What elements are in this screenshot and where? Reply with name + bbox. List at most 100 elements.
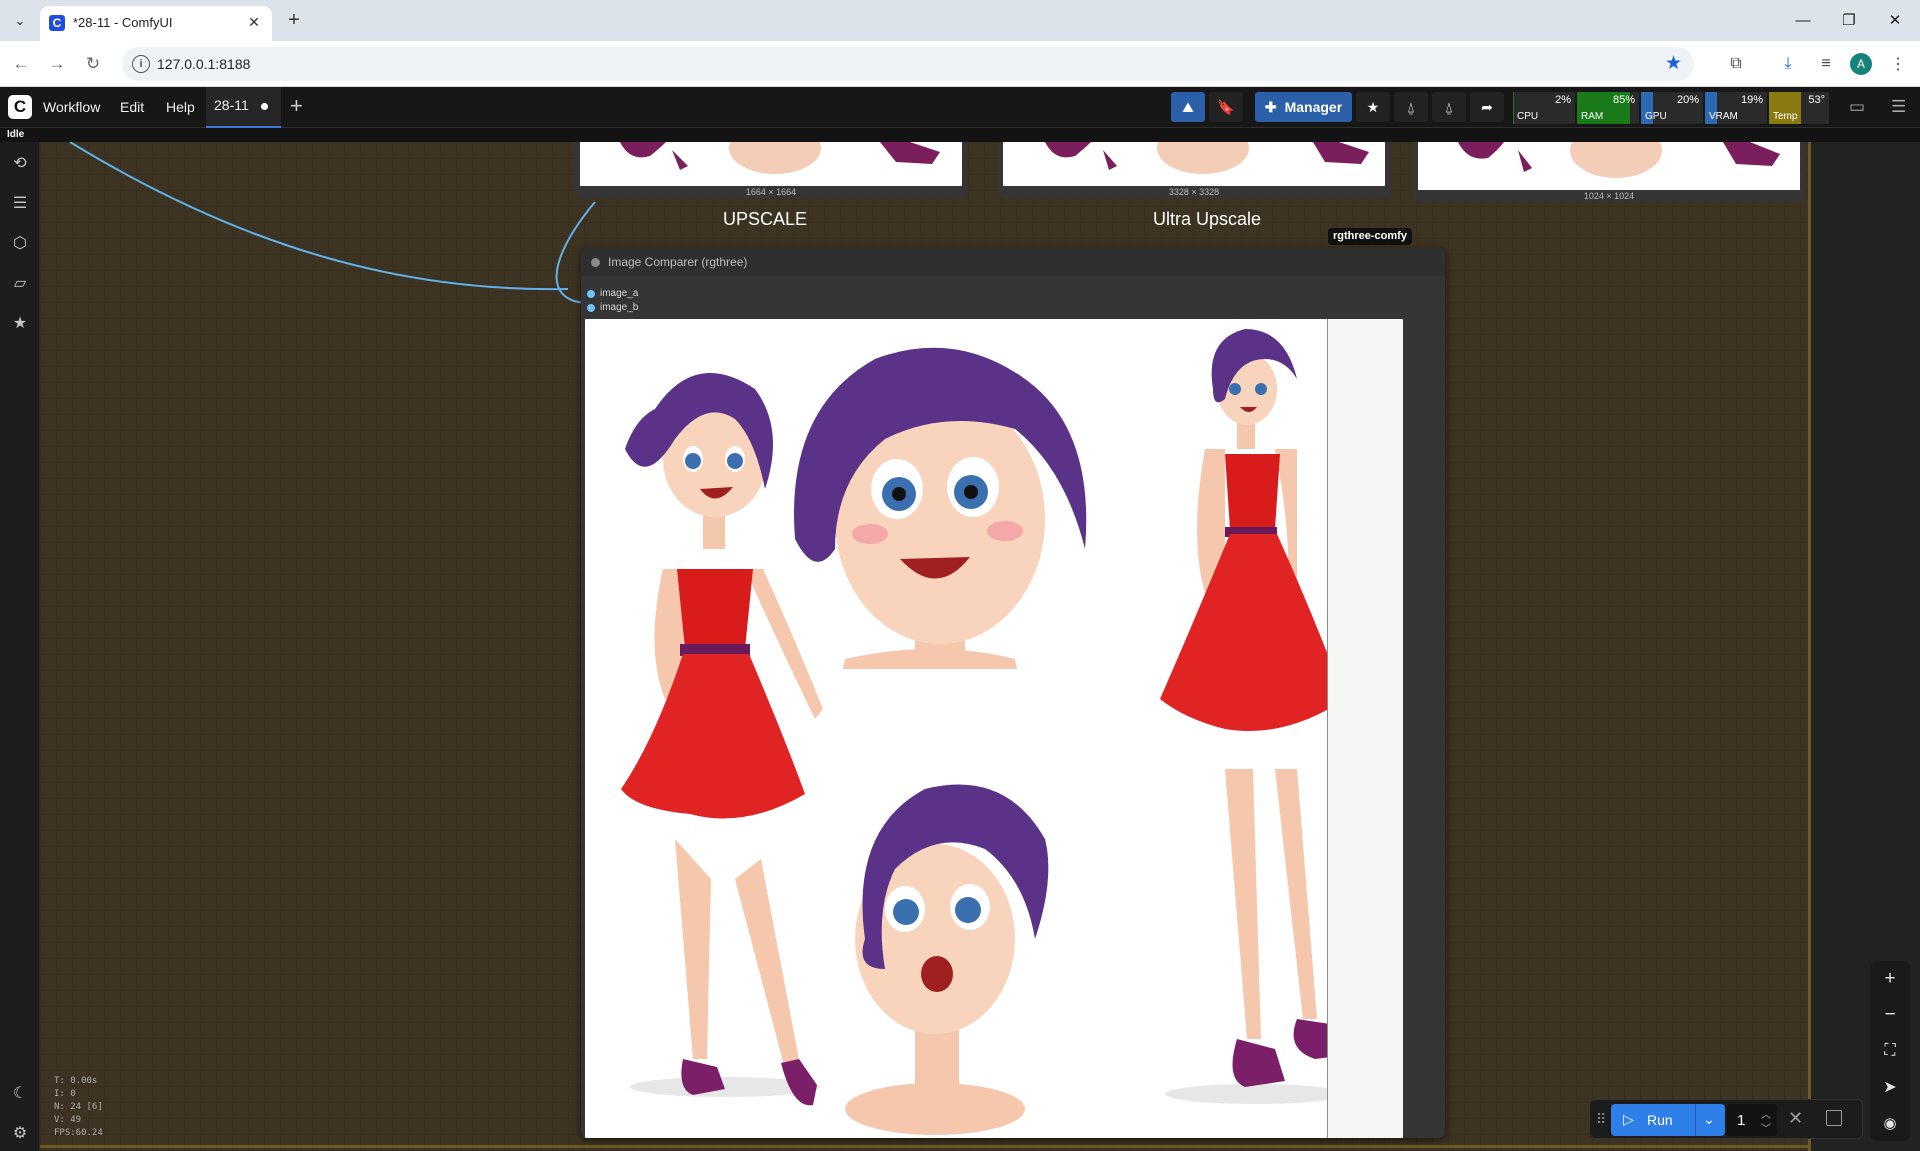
minimize-icon[interactable]: —	[1780, 5, 1826, 35]
upscale-preview-node[interactable]: 1664 × 1664	[575, 142, 967, 198]
media-controls-icon[interactable]: ≡	[1814, 52, 1838, 76]
add-workflow-icon[interactable]: +	[290, 93, 303, 119]
group-label-ultra-upscale[interactable]: Ultra Upscale	[1153, 209, 1261, 230]
reload-icon[interactable]: ↻	[80, 51, 106, 77]
drag-handle-icon[interactable]: ⠿	[1596, 1111, 1606, 1128]
run-toolbar: ⠿ ▷ Run ⌄ 1 ︿ ﹀ ✕	[1589, 1099, 1863, 1139]
stat-fps: FPS:60.24	[54, 1128, 103, 1138]
node-title: Image Comparer (rgthree)	[608, 255, 748, 269]
select-pointer-icon[interactable]: ➤	[1878, 1075, 1902, 1099]
increment-icon[interactable]: ︿	[1761, 1106, 1771, 1121]
vram-monitor: 19% VRAM	[1705, 92, 1767, 124]
wire-image-a	[69, 142, 569, 291]
workflows-folder-icon[interactable]: ▱	[9, 272, 31, 294]
browser-toolbar: ← → ↻ i 127.0.0.1:8188 ★ ⧉ ⤓ ≡ A ⋮	[0, 41, 1920, 87]
node-title-bar[interactable]: Image Comparer (rgthree)	[581, 248, 1445, 276]
browser-tab[interactable]: C *28-11 - ComfyUI ✕	[40, 6, 272, 41]
graph-canvas[interactable]: 1664 × 1664 3328 × 3328 1024 × 1024 UPSC…	[40, 142, 1920, 1151]
character-sheet-image	[621, 329, 1355, 1135]
decrement-icon[interactable]: ﹀	[1761, 1120, 1771, 1135]
back-icon[interactable]: ←	[8, 51, 34, 77]
vram-label: VRAM	[1709, 111, 1738, 122]
address-bar[interactable]: i 127.0.0.1:8188 ★	[122, 47, 1694, 81]
profile-avatar[interactable]: A	[1850, 53, 1872, 75]
menu-edit[interactable]: Edit	[120, 99, 144, 115]
fit-view-icon[interactable]: ⛶	[1878, 1039, 1902, 1063]
run-button[interactable]: ▷ Run ⌄	[1611, 1104, 1725, 1136]
restore-icon[interactable]: ❐	[1826, 5, 1872, 35]
manager-button[interactable]: ✚ Manager	[1255, 92, 1352, 122]
extensions-icon[interactable]: ⧉	[1724, 52, 1748, 76]
cancel-run-icon[interactable]: ✕	[1788, 1108, 1803, 1129]
image-comparer-node[interactable]: Image Comparer (rgthree) image_a image_b	[581, 248, 1445, 1138]
tab-search-dropdown-icon[interactable]: ⌄	[8, 9, 32, 33]
stat-i: I: 0	[54, 1089, 76, 1099]
browser-menu-icon[interactable]: ⋮	[1886, 52, 1910, 76]
cpu-monitor: 2% CPU	[1513, 92, 1575, 124]
bookmark-star-icon[interactable]: ★	[1665, 52, 1682, 75]
url-text[interactable]: 127.0.0.1:8188	[157, 56, 250, 72]
close-window-icon[interactable]: ✕	[1872, 5, 1918, 35]
slot-label: image_a	[600, 288, 639, 299]
collapse-dot-icon[interactable]	[591, 258, 600, 267]
puzzle-icon: ✚	[1264, 98, 1277, 115]
slot-label: image_b	[600, 302, 639, 313]
ram-value: 85%	[1612, 94, 1635, 106]
favorites-star-icon[interactable]: ★	[9, 312, 31, 334]
gpu-monitor: 20% GPU	[1641, 92, 1703, 124]
close-tab-icon[interactable]: ✕	[244, 12, 264, 32]
run-mode-chevron-icon[interactable]: ⌄	[1703, 1111, 1715, 1128]
compare-slider-line[interactable]	[1327, 319, 1328, 1138]
comfy-logo-icon[interactable]: C	[8, 95, 32, 119]
unsaved-dot-icon	[261, 103, 268, 110]
image-dimensions: 1664 × 1664	[745, 187, 797, 197]
temp-monitor: 53° Temp	[1769, 92, 1829, 124]
queue-icon[interactable]: ☰	[9, 192, 31, 214]
comfyui-favicon-icon: C	[49, 15, 65, 31]
cpu-label: CPU	[1517, 111, 1539, 122]
batch-count-input[interactable]: 1 ︿ ﹀	[1727, 1104, 1777, 1136]
group-label-upscale[interactable]: UPSCALE	[723, 209, 807, 230]
workflow-tab[interactable]: 28-11	[206, 87, 281, 128]
free-memory-icon[interactable]: ⍙	[1432, 92, 1466, 122]
stat-time: T: 0.00s	[54, 1076, 98, 1086]
comfy-topbar: C Workflow Edit Help 28-11 + ⛰ 🔖 ✚ Manag…	[0, 87, 1920, 128]
unload-models-icon[interactable]: ⍙	[1394, 92, 1428, 122]
temp-label: Temp	[1773, 111, 1798, 122]
toggle-links-eye-icon[interactable]: ◉	[1878, 1111, 1902, 1135]
new-tab-icon[interactable]: +	[282, 8, 306, 32]
center-head	[794, 347, 1087, 669]
forward-icon[interactable]: →	[44, 51, 70, 77]
bottom-head	[845, 784, 1049, 1135]
share-icon[interactable]: ➦	[1470, 92, 1504, 122]
render-stats: T: 0.00s I: 0 N: 24 [6] V: 49 FPS:60.24	[54, 1075, 103, 1140]
slot-dot-icon[interactable]	[587, 304, 595, 312]
site-info-icon[interactable]: i	[132, 55, 150, 73]
batch-count-value[interactable]: 1	[1737, 1112, 1745, 1129]
original-preview-node[interactable]: 1024 × 1024	[1413, 142, 1805, 202]
menu-help[interactable]: Help	[166, 99, 195, 115]
model-library-icon[interactable]: ⛰	[1171, 92, 1205, 122]
comparer-right-half	[1328, 319, 1403, 1138]
history-icon[interactable]: ⟲	[9, 152, 31, 174]
manager-label: Manager	[1284, 99, 1343, 115]
star-icon[interactable]: ★	[1356, 92, 1390, 122]
sidebar: ⟲ ☰ ⬡ ▱ ★ ☾ ⚙	[0, 142, 40, 1151]
ultra-upscale-preview-node[interactable]: 3328 × 3328	[998, 142, 1390, 198]
settings-gear-icon[interactable]: ⚙	[9, 1122, 31, 1144]
ram-label: RAM	[1581, 111, 1604, 122]
slot-dot-icon[interactable]	[587, 290, 595, 298]
comparer-image[interactable]	[585, 319, 1403, 1138]
zoom-in-icon[interactable]: +	[1878, 967, 1902, 991]
canvas-controls: + − ⛶ ➤ ◉	[1870, 961, 1910, 1141]
downloads-icon[interactable]: ⤓	[1776, 52, 1800, 76]
theme-moon-icon[interactable]: ☾	[9, 1082, 31, 1104]
zoom-out-icon[interactable]: −	[1878, 1003, 1902, 1027]
hamburger-menu-icon[interactable]: ☰	[1891, 97, 1906, 117]
stat-nodes: N: 24 [6]	[54, 1102, 103, 1112]
panel-toggle-icon[interactable]: ▭	[1849, 97, 1865, 117]
menu-workflow[interactable]: Workflow	[43, 99, 100, 115]
bookmark-icon[interactable]: 🔖	[1209, 92, 1243, 122]
node-library-icon[interactable]: ⬡	[9, 232, 31, 254]
stop-queue-icon[interactable]	[1826, 1110, 1842, 1126]
